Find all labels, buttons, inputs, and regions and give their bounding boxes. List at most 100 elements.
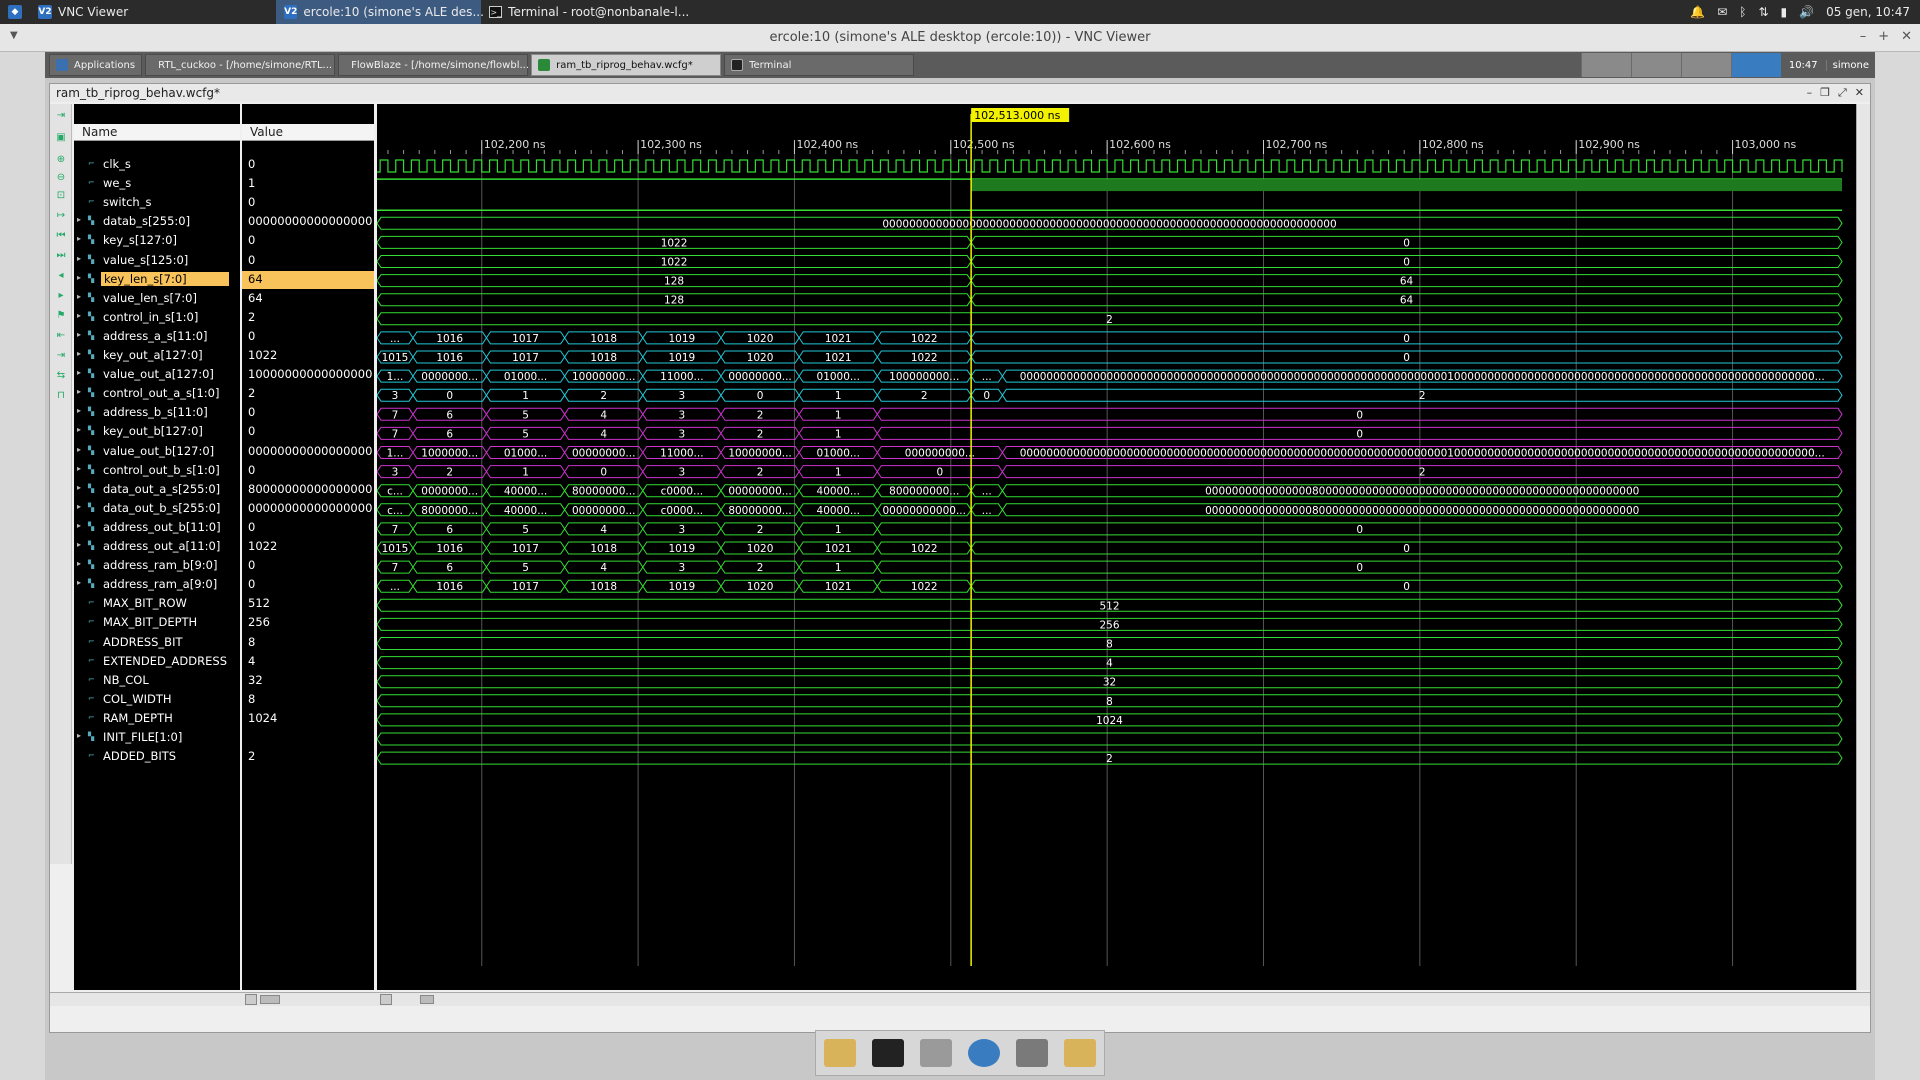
signal-row[interactable]: ▸ ▚ address_b_s[11:0] bbox=[74, 404, 240, 422]
signal-value[interactable]: 64 bbox=[242, 270, 374, 289]
workspace-3[interactable] bbox=[1680, 53, 1731, 77]
signal-row[interactable]: ⌐ switch_s bbox=[74, 194, 240, 212]
expand-arrow-icon[interactable]: ▸ bbox=[77, 349, 81, 358]
scroll-left-button[interactable] bbox=[245, 994, 257, 1005]
workspace-1[interactable] bbox=[1580, 53, 1631, 77]
remote-task-wcfg[interactable]: ram_tb_riprog_behav.wcfg* bbox=[531, 54, 722, 76]
signal-row[interactable]: ▸ ▚ key_s[127:0] bbox=[74, 232, 240, 250]
signal-value[interactable]: 00000000000000000 bbox=[242, 213, 374, 231]
network-icon[interactable]: ⇅ bbox=[1758, 5, 1768, 19]
signal-value[interactable]: 1 bbox=[242, 175, 374, 193]
signal-row[interactable]: ⌐ MAX_BIT_ROW bbox=[74, 595, 240, 613]
signal-row[interactable]: ▸ ▚ address_ram_b[9:0] bbox=[74, 557, 240, 575]
bluetooth-icon[interactable]: ᛒ bbox=[1739, 5, 1746, 19]
signal-value[interactable]: 0 bbox=[242, 519, 374, 537]
swap-cursors-icon[interactable]: ⇆ bbox=[53, 368, 69, 382]
expand-arrow-icon[interactable]: ▸ bbox=[77, 215, 81, 224]
signal-row[interactable]: ⌐ COL_WIDTH bbox=[74, 691, 240, 709]
signal-value[interactable]: 4 bbox=[242, 653, 374, 671]
scroll-left-button[interactable] bbox=[380, 994, 392, 1005]
waveform-area[interactable]: 102,200 ns 102,300 ns 102,400 ns 102,500 ns… bbox=[376, 104, 1857, 990]
signal-value[interactable]: 2 bbox=[242, 748, 374, 766]
expand-arrow-icon[interactable]: ▸ bbox=[77, 578, 81, 587]
expand-icon[interactable]: ⇥ bbox=[53, 108, 69, 122]
horizontal-scrollbar[interactable] bbox=[50, 992, 1870, 1006]
signal-row[interactable]: ▸ ▚ address_a_s[11:0] bbox=[74, 328, 240, 346]
battery-icon[interactable]: ▮ bbox=[1781, 5, 1788, 19]
host-task-vnc[interactable]: V2 VNC Viewer bbox=[30, 0, 136, 24]
zoom-in-icon[interactable]: ⊕ bbox=[53, 152, 69, 166]
expand-arrow-icon[interactable]: ▸ bbox=[77, 559, 81, 568]
next-marker-icon[interactable]: ⇥ bbox=[53, 348, 69, 362]
close-icon[interactable]: ✕ bbox=[1901, 29, 1912, 44]
signal-value[interactable]: 512 bbox=[242, 595, 374, 613]
vertical-scrollbar[interactable] bbox=[1856, 104, 1870, 990]
terminal-icon[interactable] bbox=[872, 1039, 904, 1067]
signal-value[interactable]: 0 bbox=[242, 462, 374, 480]
expand-arrow-icon[interactable]: ▸ bbox=[77, 425, 81, 434]
expand-arrow-icon[interactable]: ▸ bbox=[77, 254, 81, 263]
signal-row[interactable]: ▸ ▚ value_out_b[127:0] bbox=[74, 443, 240, 461]
expand-arrow-icon[interactable]: ▸ bbox=[77, 292, 81, 301]
signal-value[interactable]: 64 bbox=[242, 290, 374, 308]
signal-value[interactable]: 32 bbox=[242, 672, 374, 690]
host-menu-button[interactable]: ◆ bbox=[0, 0, 30, 24]
signal-value[interactable]: 00000000000000000 bbox=[242, 443, 374, 461]
wave-scroll-thumb[interactable] bbox=[420, 995, 434, 1004]
signal-row[interactable]: ▸ ▚ address_out_a[11:0] bbox=[74, 538, 240, 556]
signal-row[interactable]: ▸ ▚ key_len_s[7:0] bbox=[74, 271, 240, 289]
signal-row[interactable]: ⌐ ADDRESS_BIT bbox=[74, 634, 240, 652]
go-to-cursor-icon[interactable]: ↦ bbox=[53, 208, 69, 222]
workspace-4[interactable] bbox=[1730, 53, 1781, 77]
signal-row[interactable]: ▸ ▚ key_out_b[127:0] bbox=[74, 423, 240, 441]
signal-value[interactable]: 0 bbox=[242, 557, 374, 575]
signal-value[interactable]: 00000000000000000 bbox=[242, 500, 374, 518]
signal-value[interactable]: 0 bbox=[242, 423, 374, 441]
maximize-icon[interactable]: + bbox=[1878, 29, 1889, 44]
add-marker-icon[interactable]: ⚑ bbox=[53, 308, 69, 322]
expand-arrow-icon[interactable]: ▸ bbox=[77, 521, 81, 530]
signal-row[interactable]: ▸ ▚ data_out_a_s[255:0] bbox=[74, 481, 240, 499]
signal-value[interactable]: 1022 bbox=[242, 347, 374, 365]
signal-value[interactable]: 0 bbox=[242, 194, 374, 212]
signal-value[interactable]: 2 bbox=[242, 309, 374, 327]
go-to-end-icon[interactable]: ⏭ bbox=[53, 248, 69, 262]
signal-value[interactable]: 2 bbox=[242, 385, 374, 403]
signal-row[interactable]: ▸ ▚ value_out_a[127:0] bbox=[74, 366, 240, 384]
signal-value[interactable]: 1022 bbox=[242, 538, 374, 556]
bell-icon[interactable]: 🔔 bbox=[1690, 5, 1705, 19]
expand-arrow-icon[interactable]: ▸ bbox=[77, 464, 81, 473]
signal-value[interactable]: 0 bbox=[242, 156, 374, 174]
signal-value[interactable]: 10000000000000000 bbox=[242, 366, 374, 384]
signal-value[interactable]: 256 bbox=[242, 614, 374, 632]
value-scroll-thumb[interactable] bbox=[260, 995, 280, 1004]
file-manager-icon[interactable] bbox=[920, 1039, 952, 1067]
signal-value[interactable]: 80000000000000000 bbox=[242, 481, 374, 499]
expand-arrow-icon[interactable]: ▸ bbox=[77, 234, 81, 243]
expand-arrow-icon[interactable]: ▸ bbox=[77, 368, 81, 377]
signal-row[interactable]: ⌐ NB_COL bbox=[74, 672, 240, 690]
go-to-start-icon[interactable]: ⏮ bbox=[53, 228, 69, 242]
signal-row[interactable]: ⌐ MAX_BIT_DEPTH bbox=[74, 614, 240, 632]
signal-row[interactable]: ▸ ▚ data_out_b_s[255:0] bbox=[74, 500, 240, 518]
previous-transition-icon[interactable]: ◂ bbox=[53, 268, 69, 282]
expand-arrow-icon[interactable]: ▸ bbox=[77, 502, 81, 511]
snap-icon[interactable]: ⊓ bbox=[53, 388, 69, 402]
next-transition-icon[interactable]: ▸ bbox=[53, 288, 69, 302]
signal-value[interactable]: 0 bbox=[242, 252, 374, 270]
signal-row[interactable]: ▸ ▚ address_ram_a[9:0] bbox=[74, 576, 240, 594]
signal-value[interactable]: 0 bbox=[242, 232, 374, 250]
waveform-canvas[interactable]: 102,200 ns 102,300 ns 102,400 ns 102,500 ns… bbox=[376, 104, 1857, 990]
signal-row[interactable]: ⌐ EXTENDED_ADDRESS bbox=[74, 653, 240, 671]
value-column-header[interactable]: Value bbox=[242, 124, 374, 141]
expand-arrow-icon[interactable]: ▸ bbox=[77, 330, 81, 339]
expand-arrow-icon[interactable]: ▸ bbox=[77, 273, 81, 282]
signal-row[interactable]: ⌐ ADDED_BITS bbox=[74, 748, 240, 766]
signal-value[interactable]: 1024 bbox=[242, 710, 374, 728]
expand-arrow-icon[interactable]: ▸ bbox=[77, 387, 81, 396]
signal-row[interactable]: ▸ ▚ key_out_a[127:0] bbox=[74, 347, 240, 365]
browser-icon[interactable] bbox=[968, 1039, 1000, 1067]
zoom-fit-icon[interactable]: ⊡ bbox=[53, 188, 69, 202]
workspace-2[interactable] bbox=[1630, 53, 1681, 77]
previous-marker-icon[interactable]: ⇤ bbox=[53, 328, 69, 342]
